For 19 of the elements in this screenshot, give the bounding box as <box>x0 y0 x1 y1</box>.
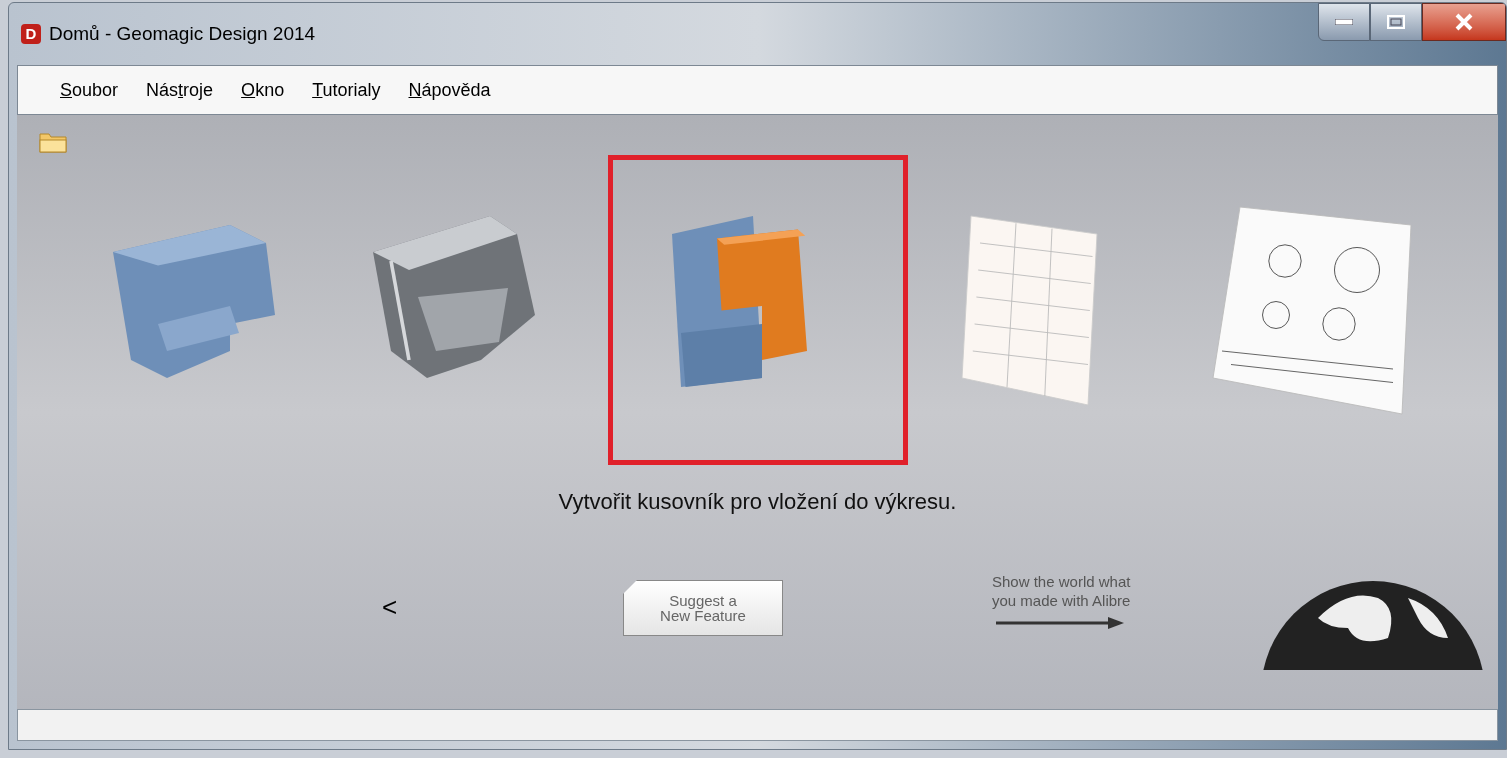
menu-item[interactable]: Nápověda <box>398 76 501 104</box>
menu-item[interactable]: Soubor <box>50 76 129 104</box>
folder-icon[interactable] <box>39 131 67 153</box>
promo-text: Show the world what you made with Alibre <box>992 572 1131 610</box>
maximize-icon <box>1387 15 1405 29</box>
menu-item[interactable]: Tutorialy <box>302 76 391 104</box>
app-logo: D <box>21 24 41 44</box>
suggest-feature-button[interactable]: Suggest a New Feature <box>623 580 783 636</box>
minimize-button[interactable] <box>1318 3 1370 41</box>
minimize-icon <box>1335 19 1353 25</box>
close-icon <box>1454 13 1474 31</box>
menu-item[interactable]: Okno <box>231 76 295 104</box>
close-button[interactable] <box>1422 3 1506 41</box>
previous-button[interactable]: < <box>382 588 398 627</box>
maximize-button[interactable] <box>1370 3 1422 41</box>
window-title: Domů - Geomagic Design 2014 <box>49 21 316 46</box>
carousel-item[interactable] <box>607 155 908 465</box>
caption-text: Vytvořit kusovník pro vložení do výkresu. <box>557 488 958 516</box>
menu-item[interactable]: Nástroje <box>136 76 224 104</box>
